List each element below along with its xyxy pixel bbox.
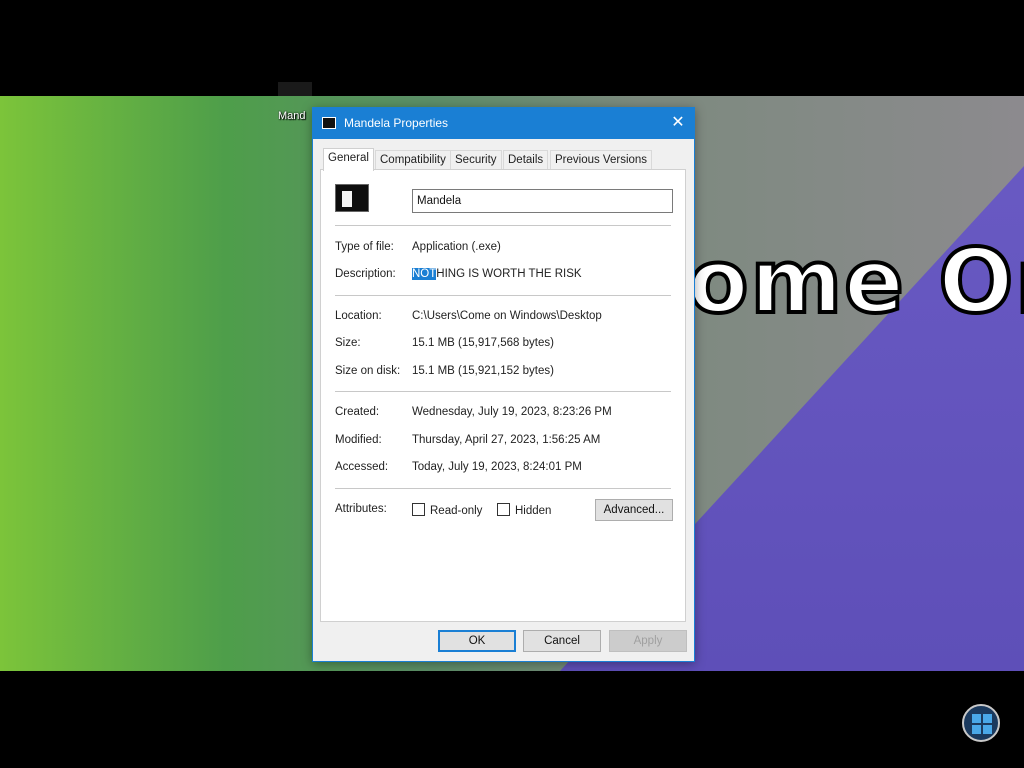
- letterbox-top: [0, 0, 1024, 96]
- hidden-label[interactable]: Hidden: [515, 505, 551, 517]
- description-label: Description:: [335, 268, 396, 280]
- created-label: Created:: [335, 406, 380, 418]
- tab-general[interactable]: General: [323, 148, 374, 171]
- readonly-checkbox[interactable]: [412, 503, 425, 516]
- file-name-input[interactable]: Mandela: [412, 189, 673, 213]
- location-value[interactable]: C:\Users\Come on Windows\Desktop: [412, 310, 602, 322]
- cancel-button[interactable]: Cancel: [523, 630, 601, 652]
- description-selection: NOT: [412, 268, 437, 280]
- separator: [335, 488, 671, 490]
- size-label: Size:: [335, 337, 361, 349]
- separator: [335, 225, 671, 227]
- tab-previous-versions[interactable]: Previous Versions: [550, 150, 653, 170]
- application-icon: [322, 117, 336, 129]
- accessed-label: Accessed:: [335, 461, 389, 473]
- tab-strip: General Compatibility Security Details P…: [323, 148, 685, 171]
- properties-dialog: Mandela Properties ✕ General Compatibili…: [312, 107, 695, 662]
- dialog-titlebar[interactable]: Mandela Properties ✕: [313, 108, 694, 139]
- ok-button[interactable]: OK: [438, 630, 516, 652]
- location-label: Location:: [335, 310, 382, 322]
- windows-logo-icon: [962, 704, 1000, 742]
- advanced-button[interactable]: Advanced...: [595, 499, 673, 521]
- size-value: 15.1 MB (15,917,568 bytes): [412, 337, 554, 349]
- type-value: Application (.exe): [412, 241, 501, 253]
- accessed-value: Today, July 19, 2023, 8:24:01 PM: [412, 461, 582, 473]
- separator: [335, 295, 671, 297]
- desktop-shortcut-icon[interactable]: [278, 82, 312, 96]
- separator: [335, 391, 671, 393]
- modified-label: Modified:: [335, 434, 382, 446]
- description-text: HING IS WORTH THE RISK: [436, 268, 582, 280]
- letterbox-bottom: [0, 671, 1024, 768]
- application-exe-icon: [335, 184, 369, 212]
- hidden-checkbox-row[interactable]: Hidden: [497, 503, 551, 517]
- wallpaper-text: ome On: [686, 228, 1024, 335]
- description-value[interactable]: NOTHING IS WORTH THE RISK: [412, 268, 582, 280]
- modified-value: Thursday, April 27, 2023, 1:56:25 AM: [412, 434, 601, 446]
- created-value: Wednesday, July 19, 2023, 8:23:26 PM: [412, 406, 612, 418]
- readonly-checkbox-row[interactable]: Read-only: [412, 503, 482, 517]
- tab-security[interactable]: Security: [450, 150, 502, 170]
- readonly-label[interactable]: Read-only: [430, 505, 482, 517]
- size-on-disk-label: Size on disk:: [335, 365, 401, 377]
- hidden-checkbox[interactable]: [497, 503, 510, 516]
- type-label: Type of file:: [335, 241, 394, 253]
- dialog-title: Mandela Properties: [344, 116, 449, 130]
- size-on-disk-value: 15.1 MB (15,921,152 bytes): [412, 365, 554, 377]
- tab-details[interactable]: Details: [503, 150, 549, 170]
- attributes-label: Attributes:: [335, 503, 387, 515]
- tab-compatibility[interactable]: Compatibility: [375, 150, 451, 170]
- close-button[interactable]: ✕: [667, 113, 689, 133]
- general-panel: Mandela Type of file: Application (.exe)…: [320, 169, 686, 622]
- apply-button[interactable]: Apply: [609, 630, 687, 652]
